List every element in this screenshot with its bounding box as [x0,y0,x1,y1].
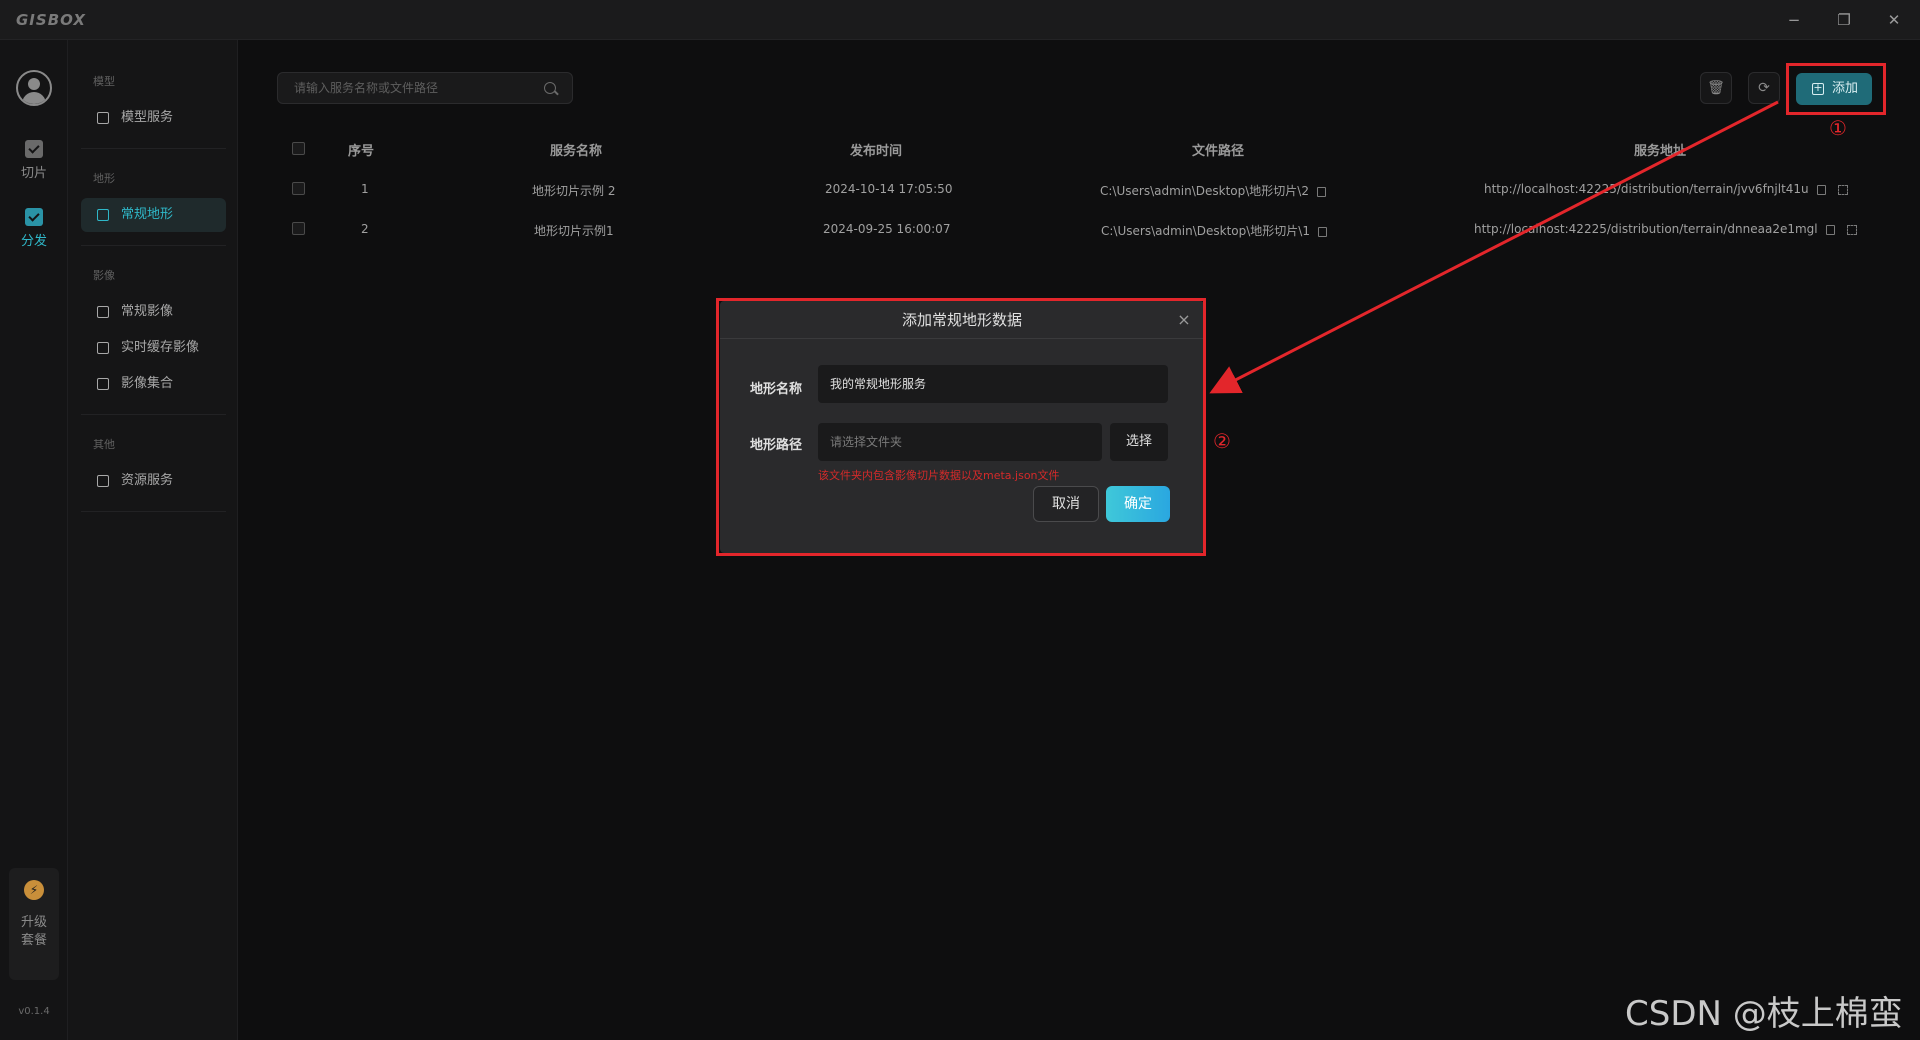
cell-path: C:\Users\admin\Desktop\地形切片\2 [1100,182,1326,199]
select-all-checkbox[interactable] [292,142,305,155]
copy-icon[interactable] [1316,186,1326,197]
minimize-icon[interactable]: − [1780,8,1808,32]
upgrade-label-2: 套餐 [20,933,47,948]
annotation-marker-1: ① [1829,116,1847,140]
image-icon [97,306,109,318]
tile-icon [25,140,43,158]
nav-group-title: 其他 [93,438,115,451]
cell-path: C:\Users\admin\Desktop\地形切片\1 [1101,222,1327,239]
nav-item-resource-service[interactable]: 资源服务 [81,464,226,498]
title-bar: GISBOX − ❐ ✕ [0,0,1920,40]
divider [81,245,226,246]
nav-panel: 模型 模型服务 地形 常规地形 影像 常规影像 实时缓存影像 影像集合 其他 资… [68,40,238,1040]
column-header-name: 服务名称 [550,144,603,159]
url-text: http://localhost:42225/distribution/terr… [1474,222,1818,236]
row-checkbox[interactable] [292,182,305,195]
nav-item-terrain[interactable]: 常规地形 [81,198,226,232]
nav-item-cache-imagery[interactable]: 实时缓存影像 [81,331,226,365]
rail-item-tiling[interactable]: 切片 [0,140,68,181]
terrain-icon [97,209,109,221]
annotation-box-add [1786,63,1886,115]
cell-name: 地形切片示例 2 [532,184,616,198]
watermark: CSDN @枝上棉蛮 [1625,994,1903,1034]
trash-icon: 🗑 [1707,80,1725,96]
nav-group-title: 模型 [93,75,115,88]
rail-item-label: 切片 [20,166,47,181]
divider [81,414,226,415]
cell-time: 2024-09-25 16:00:07 [823,222,951,236]
copy-icon[interactable] [1317,226,1327,237]
restore-icon[interactable]: ❐ [1830,8,1858,32]
rail-item-distribute[interactable]: 分发 [0,208,68,249]
image-icon [97,378,109,390]
qrcode-icon[interactable] [1837,184,1848,195]
image-icon [97,342,109,354]
column-header-index: 序号 [348,144,375,159]
delete-button[interactable]: 🗑 [1700,72,1732,104]
copy-icon[interactable] [1825,224,1835,235]
qrcode-icon[interactable] [1846,224,1857,235]
bolt-icon: ⚡ [24,880,44,900]
nav-item-model-service[interactable]: 模型服务 [81,101,226,135]
model-icon [97,112,109,124]
cell-url: http://localhost:42225/distribution/terr… [1474,222,1857,236]
upgrade-label-1: 升级 [20,915,47,930]
path-text: C:\Users\admin\Desktop\地形切片\2 [1100,184,1309,198]
upgrade-plan-button[interactable]: ⚡ 升级 套餐 [9,868,59,980]
nav-group-title: 地形 [93,172,115,185]
nav-item-label: 常规地形 [121,207,174,222]
nav-item-imagery-collection[interactable]: 影像集合 [81,367,226,401]
resource-icon [97,475,109,487]
search-icon[interactable] [544,82,556,94]
column-header-time: 发布时间 [850,144,903,159]
close-window-icon[interactable]: ✕ [1880,8,1908,32]
nav-item-imagery[interactable]: 常规影像 [81,295,226,329]
app-logo: GISBOX [16,11,86,29]
row-checkbox[interactable] [292,222,305,235]
path-text: C:\Users\admin\Desktop\地形切片\1 [1101,224,1310,238]
cell-index: 1 [361,182,369,196]
version-label: v0.1.4 [18,1006,50,1017]
nav-item-label: 模型服务 [121,110,174,125]
divider [81,511,226,512]
cell-url: http://localhost:42225/distribution/terr… [1484,182,1848,196]
annotation-box-dialog [716,298,1206,556]
cell-time: 2024-10-14 17:05:50 [825,182,953,196]
column-header-path: 文件路径 [1192,144,1245,159]
distribute-icon [25,208,43,226]
cell-index: 2 [361,222,369,236]
annotation-marker-2: ② [1213,429,1231,453]
nav-group-title: 影像 [93,269,115,282]
nav-item-label: 实时缓存影像 [121,340,200,355]
search-placeholder: 请输入服务名称或文件路径 [294,81,439,95]
avatar[interactable] [16,70,52,106]
refresh-button[interactable]: ⟳ [1748,72,1780,104]
search-input[interactable]: 请输入服务名称或文件路径 [277,72,573,104]
rail-item-label: 分发 [20,234,47,249]
left-rail: 切片 分发 ⚡ 升级 套餐 v0.1.4 [0,40,68,1040]
nav-item-label: 常规影像 [121,304,174,319]
copy-icon[interactable] [1816,184,1826,195]
divider [81,148,226,149]
refresh-icon: ⟳ [1758,80,1770,96]
cell-name: 地形切片示例1 [534,224,614,238]
column-header-url: 服务地址 [1634,144,1687,159]
url-text: http://localhost:42225/distribution/terr… [1484,182,1809,196]
nav-item-label: 影像集合 [121,376,174,391]
nav-item-label: 资源服务 [121,473,174,488]
